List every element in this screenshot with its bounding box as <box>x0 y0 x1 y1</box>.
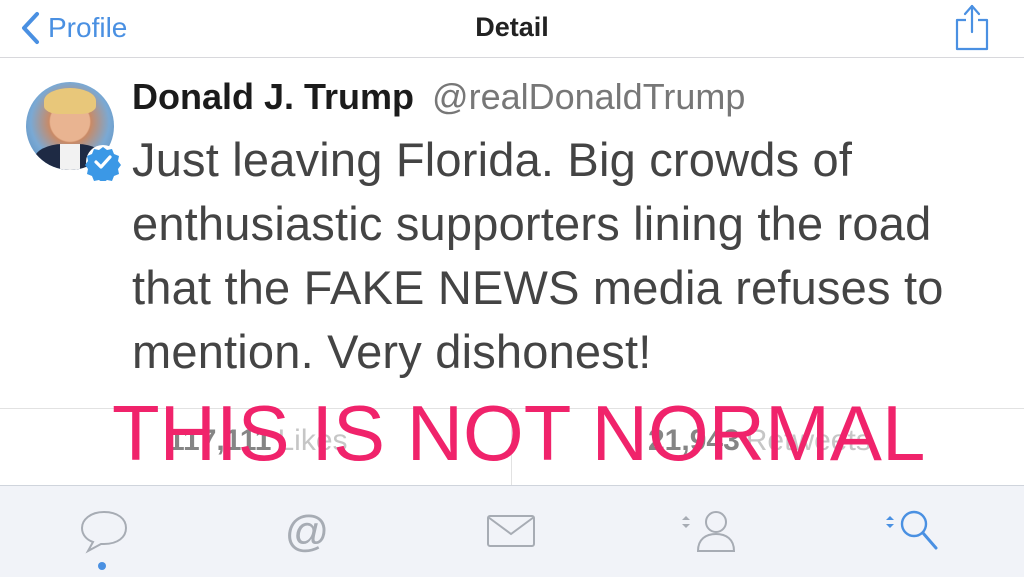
verified-badge-icon <box>85 145 121 181</box>
person-icon[interactable] <box>676 506 744 556</box>
envelope-icon[interactable] <box>481 506 541 556</box>
author-name: Donald J. Trump <box>132 76 415 117</box>
at-sign-icon[interactable]: @ <box>277 506 337 556</box>
share-icon[interactable] <box>954 2 990 52</box>
active-tab-indicator <box>98 562 106 570</box>
tab-bar: @ <box>0 485 1024 577</box>
speech-bubble-icon[interactable] <box>74 506 134 556</box>
search-icon[interactable] <box>880 506 948 556</box>
svg-text:@: @ <box>285 507 330 556</box>
author-handle: @realDonaldTrump <box>432 76 746 117</box>
overlay-caption: THIS IS NOT NORMAL <box>112 389 926 477</box>
nav-bar: Profile Detail <box>0 0 1024 58</box>
page-title: Detail <box>475 12 549 42</box>
tweet-text: Just leaving Florida. Big crowds of enth… <box>132 133 944 378</box>
tweet-author[interactable]: Donald J. Trump @realDonaldTrump <box>132 76 745 118</box>
